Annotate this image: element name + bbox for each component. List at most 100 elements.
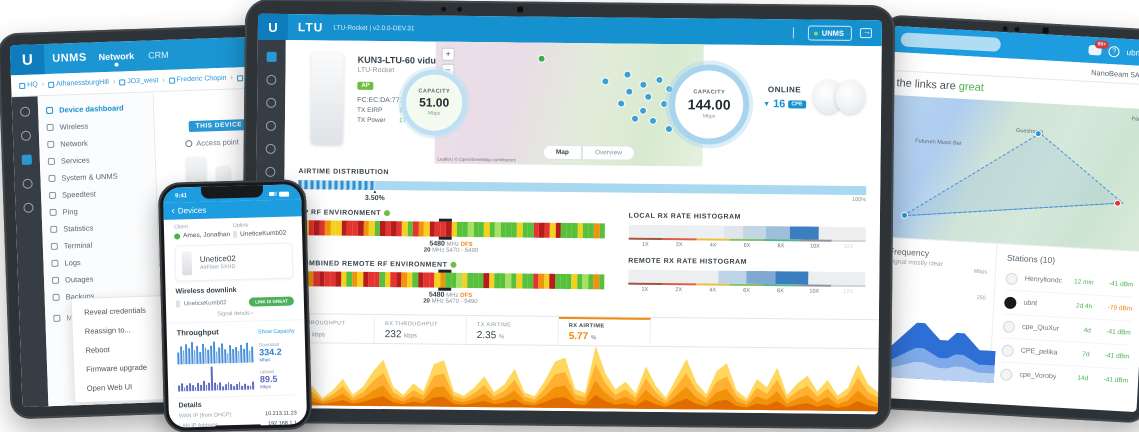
station-map-marker[interactable] — [617, 100, 625, 108]
breadcrumb-item[interactable]: AthanessburgHill — [48, 79, 109, 88]
breadcrumb-label: JO3_west — [127, 77, 158, 85]
ltu-body: KUN3-LTU-60 vidurinis LTU-Rocket AP FC:E… — [254, 40, 882, 415]
chart-bar — [211, 367, 213, 391]
bluetooth-icon[interactable] — [793, 27, 800, 38]
downlink-title: Wireless downlink — [176, 285, 294, 295]
station-map-marker[interactable] — [626, 88, 634, 96]
chart-bar — [230, 384, 232, 390]
stat-tab-rx-throughput[interactable]: RX THROUGHPUT232 kbps — [375, 315, 467, 344]
tab-network[interactable]: Network — [98, 51, 134, 62]
tools-icon[interactable] — [266, 144, 276, 154]
chart-bar — [244, 384, 246, 390]
alerts-icon[interactable] — [22, 179, 32, 189]
clients-icon[interactable] — [266, 121, 276, 131]
station-map-marker[interactable] — [655, 76, 663, 84]
ap-rf-caption: 5480 MHz DFS 20 MHz 5470 - 5490 — [390, 240, 513, 254]
uplink-name[interactable]: UneticeKumb02 — [240, 230, 286, 238]
chart-bar — [225, 384, 227, 390]
chart-bar — [197, 383, 199, 391]
station-map-marker[interactable] — [639, 107, 647, 115]
station-map-marker[interactable] — [649, 117, 657, 125]
ap-badge: AP — [357, 82, 373, 90]
sidebar-item-label: Terminal — [64, 241, 93, 251]
logs-icon[interactable] — [23, 203, 33, 213]
device-overview: KUN3-LTU-60 vidurinis LTU-Rocket AP FC:E… — [285, 40, 882, 168]
header-search-pill[interactable] — [900, 32, 1001, 52]
info-icon[interactable] — [384, 210, 390, 216]
chart-bar — [208, 383, 210, 391]
histogram-tick: 4X — [696, 283, 730, 293]
devices-icon[interactable] — [22, 155, 32, 165]
rx-airtime-chart: 16 12 8 4 — [282, 343, 879, 411]
device-card[interactable]: Unetice02 AirFiber 5XHD — [174, 242, 293, 281]
sidebar-item-icon — [50, 209, 57, 216]
breadcrumb-item[interactable]: HQ — [19, 81, 38, 89]
station-map-marker[interactable] — [602, 78, 610, 86]
online-caret-icon: ▼ — [763, 101, 770, 108]
dashboard-icon[interactable] — [267, 52, 277, 62]
station-map-marker[interactable] — [623, 70, 631, 78]
info-icon[interactable] — [450, 262, 456, 268]
frequency-unit: Mbps — [974, 269, 988, 276]
online-block: ONLINE ▼ 16 CPE — [763, 85, 806, 110]
station-map-marker[interactable] — [639, 80, 647, 88]
nav-title[interactable]: Devices — [178, 206, 207, 216]
client-name[interactable]: Ames, Jonathan — [183, 231, 230, 239]
ltu-brand: LTU — [298, 20, 324, 34]
unms-link-button[interactable]: UNMS — [808, 25, 852, 40]
back-icon[interactable]: ‹ — [171, 206, 175, 217]
overview-view-button[interactable]: Overview — [582, 145, 635, 161]
chat-icon[interactable]: 99+ — [1088, 45, 1102, 56]
station-map-marker[interactable] — [631, 114, 639, 122]
show-capacity-link[interactable]: Show Capacity — [258, 328, 295, 335]
ap-map-marker[interactable] — [537, 55, 545, 63]
maintenance-icon[interactable] — [265, 167, 275, 177]
sidebar-item-icon — [47, 124, 54, 131]
stat-tab-unit: % — [499, 334, 504, 340]
frequency-chart — [874, 312, 997, 383]
downlink-name: UneticeKumb02 — [184, 300, 227, 307]
info-icon[interactable] — [20, 107, 30, 117]
stat-tab-tx-airtime[interactable]: TX AIRTIME2.35 % — [467, 316, 559, 345]
upload-unit: Mbps — [260, 383, 296, 389]
stats-icon[interactable] — [266, 98, 276, 108]
home-indicator[interactable] — [215, 424, 261, 428]
station-map-marker[interactable] — [644, 93, 652, 101]
downlink-row[interactable]: UneticeKumb02 LINK IS GREAT — [176, 296, 294, 308]
map-view-button[interactable]: Map — [543, 145, 582, 160]
nanobeam-screen: 99+ ? ubnt ▾ NanoBeam 5AC f the links ar… — [873, 26, 1139, 412]
wireless-icon[interactable] — [266, 75, 276, 85]
histogram-tick: 10X — [797, 284, 831, 294]
local-histogram-title: LOCAL RX RATE HISTOGRAM — [629, 213, 866, 222]
logout-icon[interactable] — [860, 28, 872, 38]
breadcrumb-item[interactable]: JO3_west — [119, 77, 158, 85]
chart-bar — [189, 383, 191, 391]
uplink-col: Uplink UneticeKumb02 — [233, 221, 292, 238]
links-map[interactable]: Futurum Music Bar Guestroom Park — [882, 95, 1139, 252]
local-histogram-block: LOCAL RX RATE HISTOGRAM 1X2X4X6X8X10X12X — [628, 213, 866, 250]
access-point-icon — [185, 140, 192, 147]
upload-kpi: Upload 89.5 Mbps — [260, 368, 297, 389]
downlink-device-icon — [176, 300, 180, 307]
stat-tab-label: RX AIRTIME — [569, 323, 640, 330]
station-map-marker[interactable] — [660, 100, 668, 108]
stations-map[interactable]: + − Map Overview Leaflet | © OpenStreetM… — [435, 42, 704, 167]
signal-details-link[interactable]: Signal details › — [166, 309, 304, 324]
breadcrumb-item[interactable]: Frederic Chopin — [169, 75, 227, 84]
stat-tab-label: TX AIRTIME — [477, 322, 548, 329]
stat-tab-rx-airtime[interactable]: RX AIRTIME5.77 % — [559, 317, 651, 346]
sidebar-item-icon — [48, 175, 55, 182]
chart-bar — [250, 386, 252, 390]
phone-device: 9:41 ‹ Devices Client Ames, Jonathan Upl… — [158, 179, 312, 432]
help-icon[interactable]: ? — [1108, 45, 1120, 57]
sidebar-item-icon — [49, 192, 56, 199]
signal-icon — [269, 192, 277, 196]
sidebar-item-icon — [51, 243, 58, 250]
zoom-in-button[interactable]: + — [442, 48, 455, 61]
sites-icon[interactable] — [21, 131, 31, 141]
phone-throughput-title: Throughput — [177, 326, 259, 337]
histogram-segment — [628, 225, 723, 239]
tab-crm[interactable]: CRM — [148, 50, 169, 61]
station-map-marker[interactable] — [665, 125, 673, 133]
user-menu[interactable]: ubnt ▾ — [1126, 47, 1139, 57]
